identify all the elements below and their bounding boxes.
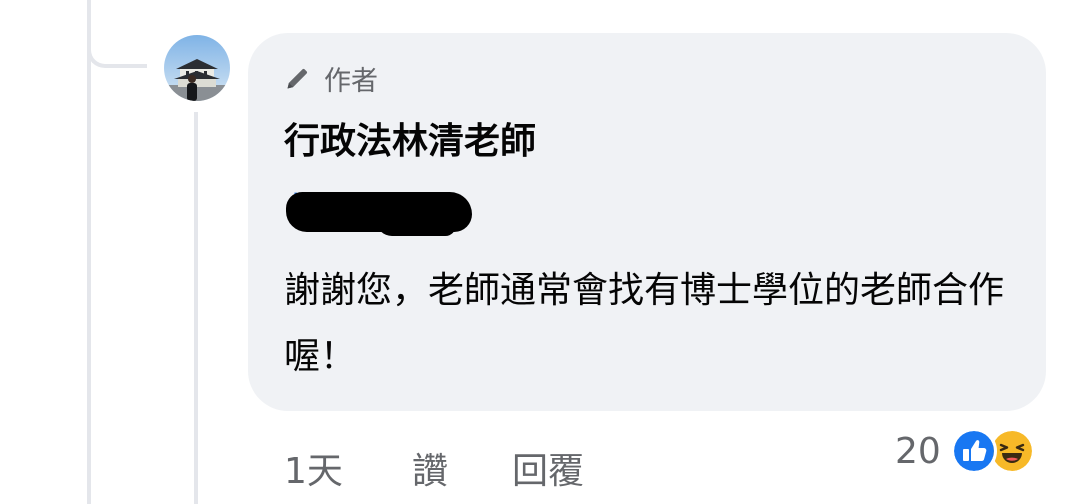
thread-connector-elbow bbox=[87, 0, 147, 68]
redaction-mark-tail bbox=[376, 220, 456, 236]
avatar[interactable] bbox=[164, 35, 230, 101]
pencil-icon bbox=[287, 69, 307, 89]
author-badge-label: 作者 bbox=[324, 65, 378, 97]
comment-timestamp[interactable]: 1天 bbox=[284, 442, 343, 494]
mention-tag[interactable]: 林老師 bbox=[286, 180, 476, 238]
comment-text: 謝謝您，老師通常會找有博士學位的老師合作喔！ bbox=[284, 270, 1005, 377]
thread-connector-line bbox=[87, 0, 91, 504]
comment-author-name[interactable]: 行政法林清老師 bbox=[284, 112, 536, 164]
like-button[interactable]: 讚 bbox=[412, 442, 448, 494]
reply-connector-line bbox=[194, 112, 198, 504]
reaction-summary[interactable]: 20 bbox=[895, 427, 1035, 475]
comment-thread: 作者 行政法林清老師 林老師 謝謝您，老師通常會找有博士學位的老師合作喔！ 1天… bbox=[0, 0, 1080, 504]
like-icon bbox=[950, 428, 997, 474]
reaction-count: 20 bbox=[895, 430, 941, 472]
reply-button[interactable]: 回覆 bbox=[512, 442, 584, 494]
author-badge: 作者 bbox=[284, 60, 378, 97]
avatar-photo bbox=[164, 35, 230, 101]
